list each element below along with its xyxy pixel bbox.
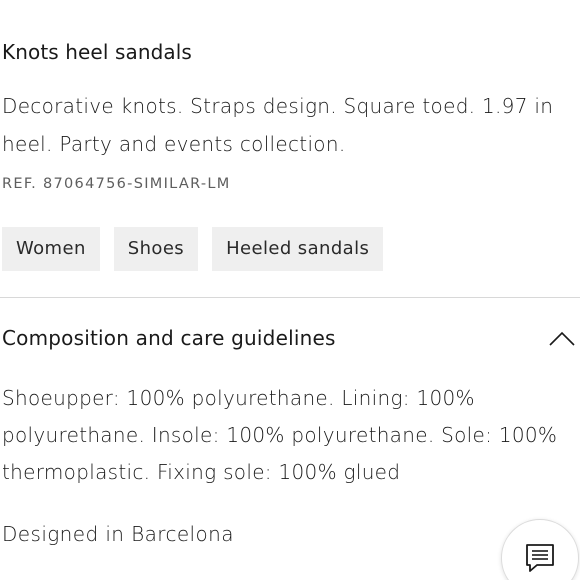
chat-icon xyxy=(526,544,554,572)
section-divider xyxy=(0,297,580,298)
tag-shoes[interactable]: Shoes xyxy=(113,227,199,271)
product-description: Decorative knots. Straps design. Square … xyxy=(2,94,554,156)
chat-button[interactable] xyxy=(501,519,579,580)
composition-title: Composition and care guidelines xyxy=(2,326,336,350)
tag-women[interactable]: Women xyxy=(2,227,100,271)
product-reference: REF. 87064756-SIMILAR-LM xyxy=(2,176,231,192)
design-origin: Designed in Barcelona xyxy=(2,522,234,546)
composition-accordion-header[interactable]: Composition and care guidelines xyxy=(0,318,580,362)
product-title: Knots heel sandals xyxy=(2,40,192,64)
tag-heeled-sandals[interactable]: Heeled sandals xyxy=(212,227,384,271)
composition-details: Shoeupper: 100% polyurethane. Lining: 10… xyxy=(2,386,558,484)
chevron-up-icon[interactable] xyxy=(549,330,575,346)
category-tags: Women Shoes Heeled sandals xyxy=(2,227,384,271)
